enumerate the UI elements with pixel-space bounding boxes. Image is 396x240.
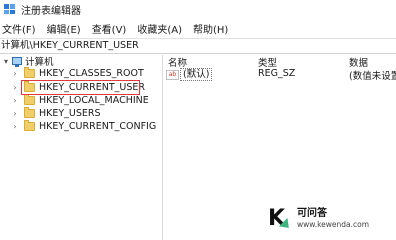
folder-icon [24,119,35,131]
folder-icon [24,106,35,118]
menu-help[interactable]: 帮助(H) [193,21,228,36]
tree-item-label: HKEY_CURRENT_CONFIG [39,120,157,132]
window-title: 注册表编辑器 [21,5,81,17]
string-value-icon: ab [166,69,179,80]
value-name: (默认) [180,68,213,81]
tree-item-hkey-current-config[interactable]: › HKEY_CURRENT_CONFIG [11,119,157,132]
watermark-name: 可问答 [297,208,327,219]
column-header-data[interactable]: 数据 [349,55,368,69]
registry-editor-icon [4,4,15,14]
menu-edit[interactable]: 编辑(E) [47,21,81,36]
tree-item-hkey-local-machine[interactable]: › HKEY_LOCAL_MACHINE [11,93,149,106]
menu-view[interactable]: 查看(V) [92,21,127,36]
tree-root-computer[interactable]: ▾ 计算机 [2,55,54,69]
tree-item-hkey-classes-root[interactable]: › HKEY_CLASSES_ROOT [11,66,144,79]
tree-item-hkey-users[interactable]: › HKEY_USERS [11,106,101,119]
chevron-down-icon[interactable]: ▾ [2,57,10,66]
column-header-name[interactable]: 名称 [168,55,187,69]
title-bar: 注册表编辑器 [0,0,396,18]
menu-file[interactable]: 文件(F) [2,21,36,36]
chevron-right-icon[interactable]: › [11,96,19,105]
watermark: K 可问答 www.kewenda.com [268,205,369,233]
menu-bar: 文件(F) 编辑(E) 查看(V) 收藏夹(A) 帮助(H) [0,20,396,36]
address-bar[interactable]: 计算机\HKEY_CURRENT_USER [0,38,396,54]
tree-item-label: HKEY_CLASSES_ROOT [39,67,144,79]
computer-icon [12,57,22,67]
chevron-right-icon[interactable]: › [11,122,19,131]
watermark-url: www.kewenda.com [297,220,370,229]
selection-highlight-box [21,80,140,95]
chevron-right-icon[interactable]: › [11,109,19,118]
value-type: REG_SZ [258,68,296,79]
value-row[interactable]: ab (默认) [166,68,213,81]
value-data: (数值未设置) [349,71,396,82]
kewenda-logo-icon: K [268,207,294,233]
chevron-right-icon[interactable]: › [11,69,19,78]
tree-root-label: 计算机 [25,57,54,68]
chevron-right-icon[interactable]: › [11,83,19,92]
menu-favorites[interactable]: 收藏夹(A) [137,21,182,36]
column-header-type[interactable]: 类型 [258,55,277,69]
tree-item-label: HKEY_USERS [39,107,101,119]
folder-icon [24,66,35,78]
folder-icon [24,93,35,105]
tree-item-label: HKEY_LOCAL_MACHINE [39,94,149,106]
